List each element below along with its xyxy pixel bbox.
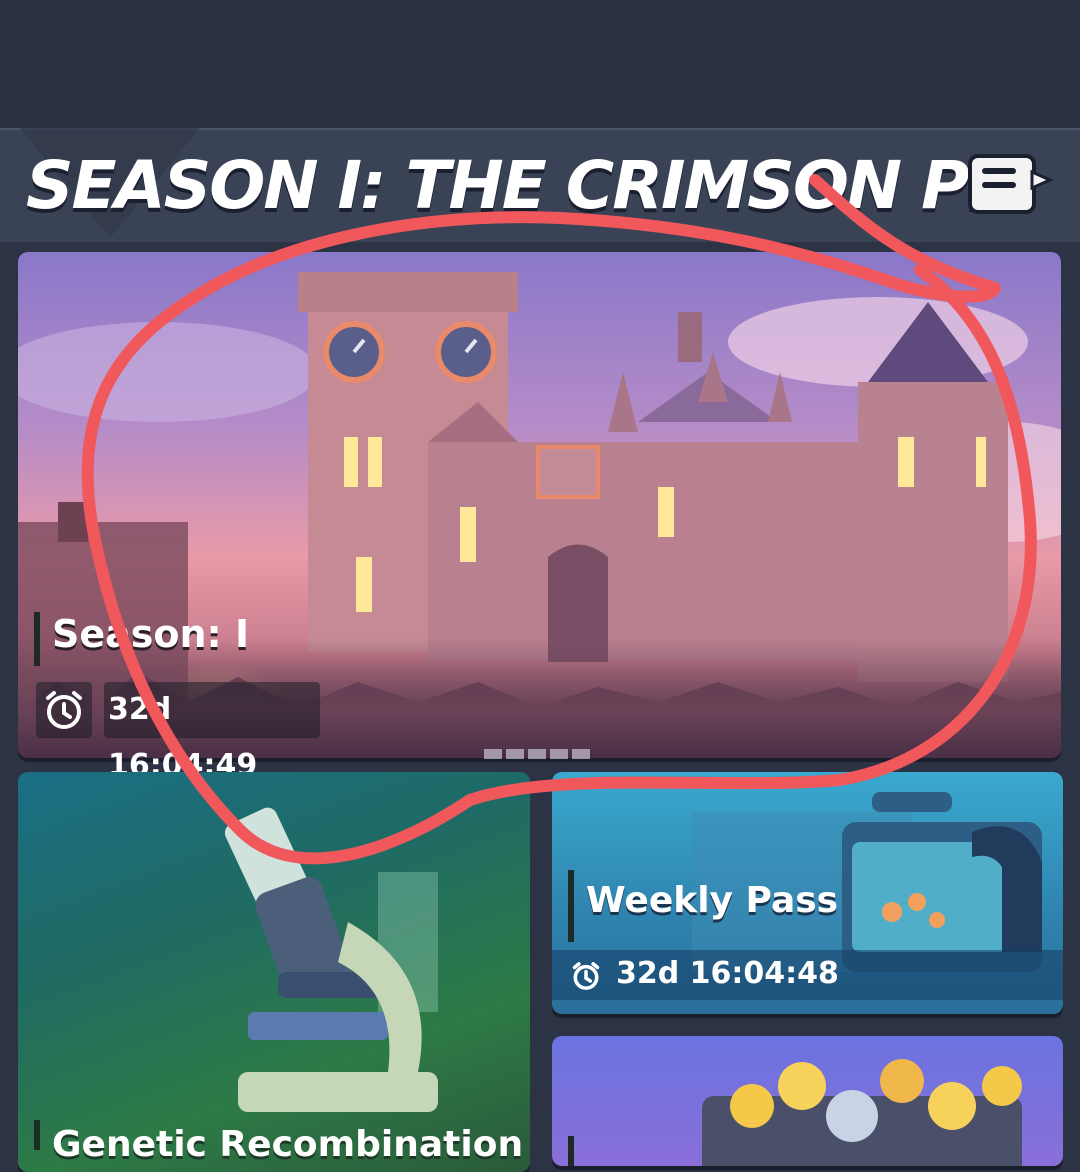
pager-dot[interactable] [506,749,524,759]
carousel-pager [484,744,594,763]
season-label: Season: I [52,612,250,656]
weekly-pass-label: Weekly Pass [586,880,839,921]
season-timer: 32d 16:04:49 [104,682,320,783]
pager-dot[interactable] [550,749,568,759]
microscope-artwork [224,807,438,1112]
alarm-clock-icon [566,956,606,996]
top-bar [0,0,1080,128]
book-icon[interactable] [968,150,1054,218]
alarm-clock-icon [36,682,92,738]
genetic-recombination-card[interactable] [18,772,530,1172]
weekly-label-accent [568,870,574,942]
treasure-artwork [702,1059,1022,1166]
pager-dot[interactable] [484,749,502,759]
lab-label-accent [34,1120,40,1150]
genetic-recombination-label: Genetic Recombination [52,1124,524,1165]
season-title: SEASON I: THE CRIMSON PLAGUE [26,147,1026,224]
pager-dot[interactable] [528,749,546,759]
pager-dot[interactable] [572,749,590,759]
treasure-label-accent [568,1136,574,1166]
weekly-pass-timer: 32d 16:04:48 [616,956,839,991]
weekly-pass-card[interactable]: Weekly Pass 32d 16:04:48 [552,772,1063,1014]
treasure-card[interactable] [552,1036,1063,1166]
season-label-accent [34,612,40,666]
